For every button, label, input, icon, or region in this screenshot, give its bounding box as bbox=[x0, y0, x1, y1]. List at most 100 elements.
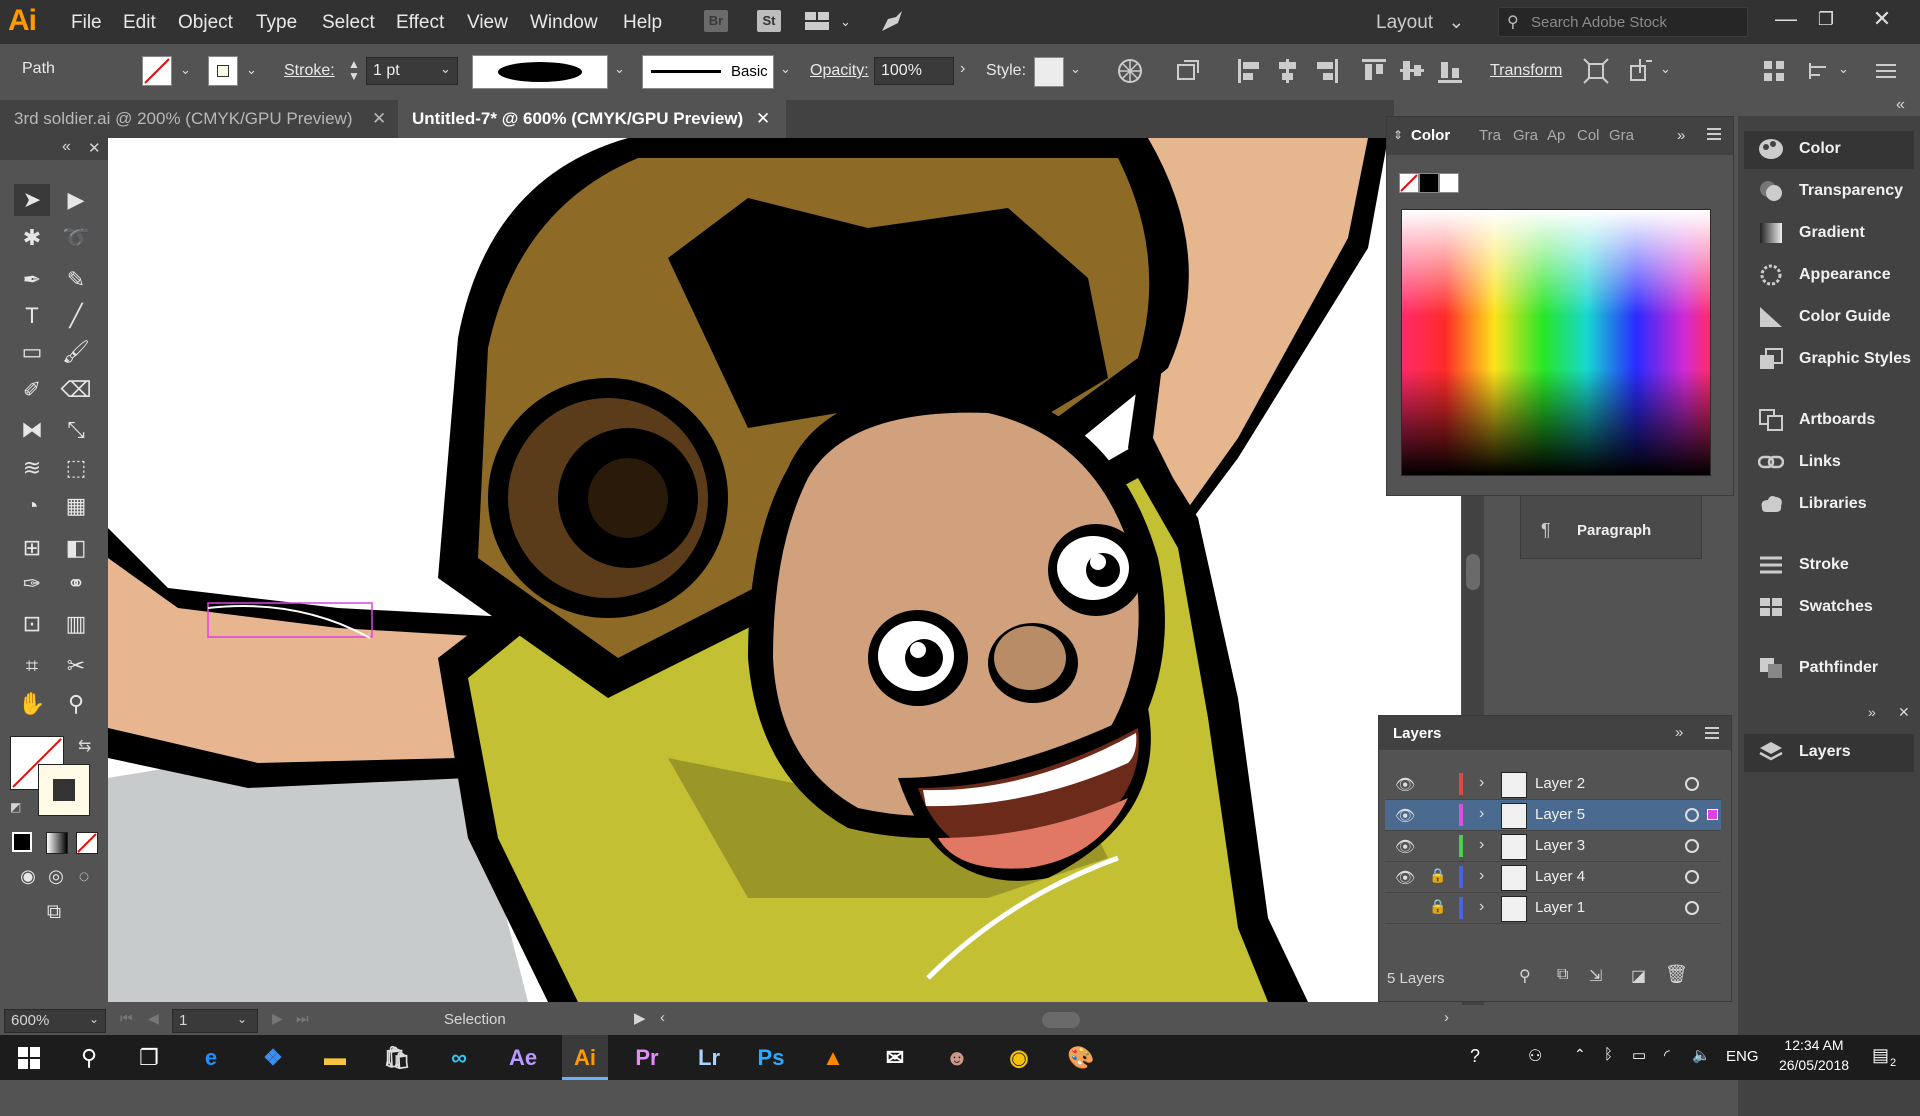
chevron-down-icon[interactable]: ⌄ bbox=[840, 14, 851, 30]
volume-icon[interactable]: 🔈 bbox=[1692, 1046, 1711, 1064]
people-icon[interactable]: ⚇ bbox=[1528, 1046, 1542, 1066]
eyedropper-tool-icon[interactable]: ✑ bbox=[14, 568, 50, 600]
close-tab-icon[interactable]: ✕ bbox=[756, 100, 770, 138]
arrange-documents-icon[interactable] bbox=[805, 12, 831, 30]
opacity-label[interactable]: Opacity: bbox=[810, 62, 869, 80]
create-new-layer-icon[interactable]: ◪ bbox=[1631, 966, 1646, 986]
zoom-level-field[interactable]: 600% ⌄ bbox=[4, 1009, 106, 1033]
layer-target-icon[interactable] bbox=[1685, 870, 1699, 884]
dock-pathfinder[interactable]: Pathfinder bbox=[1744, 650, 1914, 688]
stroke-label[interactable]: Stroke: bbox=[284, 62, 335, 80]
swap-fill-stroke-icon[interactable]: ⇆ bbox=[78, 736, 91, 756]
dock-layers[interactable]: Layers bbox=[1744, 734, 1914, 772]
menu-type[interactable]: Type bbox=[256, 12, 297, 34]
rectangle-tool-icon[interactable]: ▭ bbox=[14, 336, 50, 368]
zoom-tool-icon[interactable]: ⚲ bbox=[58, 688, 94, 720]
close-layers-dock-icon[interactable]: ✕ bbox=[1898, 704, 1910, 721]
visibility-eye-icon[interactable]: 👁 bbox=[1395, 806, 1415, 826]
layer-row[interactable]: 👁 › Layer 3 bbox=[1385, 831, 1721, 862]
gradient-mode-icon[interactable] bbox=[46, 832, 68, 854]
workspace-switcher[interactable]: Layout ⌄ bbox=[1376, 11, 1464, 34]
expand-layer-icon[interactable]: › bbox=[1479, 898, 1484, 916]
dock-stroke[interactable]: Stroke bbox=[1744, 547, 1914, 585]
dock-appearance[interactable]: Appearance bbox=[1744, 257, 1914, 295]
menu-select[interactable]: Select bbox=[322, 12, 375, 34]
layer-name[interactable]: Layer 1 bbox=[1535, 899, 1585, 916]
more-tabs-icon[interactable]: » bbox=[1675, 724, 1683, 741]
collapse-toolbox-icon[interactable]: « bbox=[62, 138, 71, 156]
collapse-dock-icon[interactable]: « bbox=[1896, 96, 1905, 114]
align-bottom-icon[interactable] bbox=[1436, 57, 1464, 85]
lasso-tool-icon[interactable]: ➰ bbox=[58, 222, 94, 254]
dock-links[interactable]: Links bbox=[1744, 444, 1914, 482]
puppet-warp-icon[interactable] bbox=[1626, 57, 1654, 85]
delete-layer-icon[interactable]: 🗑 bbox=[1665, 964, 1688, 985]
tab-3rd-soldier[interactable]: 3rd soldier.ai @ 200% (CMYK/GPU Preview)… bbox=[0, 100, 398, 138]
restore-button[interactable]: ❐ bbox=[1806, 4, 1846, 34]
isolate-selection-icon[interactable] bbox=[1582, 57, 1610, 85]
selected-art-indicator[interactable] bbox=[1707, 809, 1718, 820]
layer-target-icon[interactable] bbox=[1685, 839, 1699, 853]
graphic-style-swatch[interactable] bbox=[1034, 57, 1064, 87]
menu-edit[interactable]: Edit bbox=[123, 12, 156, 34]
start-button[interactable] bbox=[6, 1035, 52, 1080]
layer-name[interactable]: Layer 5 bbox=[1535, 806, 1585, 823]
artboard-tool-icon[interactable]: ⌗ bbox=[14, 650, 50, 682]
panel-options-icon[interactable]: ⇕ bbox=[1393, 128, 1403, 142]
close-toolbox-icon[interactable]: ✕ bbox=[88, 139, 101, 157]
dock-transparency[interactable]: Transparency bbox=[1744, 173, 1914, 211]
none-swatch[interactable] bbox=[1399, 173, 1419, 193]
next-artboard-icon[interactable]: ▶ bbox=[272, 1010, 283, 1027]
screen-mode-icon[interactable]: ⧉ bbox=[36, 896, 72, 928]
dock-libraries[interactable]: Libraries bbox=[1744, 486, 1914, 524]
expand-layer-icon[interactable]: › bbox=[1479, 836, 1484, 854]
fill-swatch[interactable] bbox=[142, 56, 172, 86]
shape-builder-icon[interactable]: ◔ bbox=[14, 490, 50, 522]
notifications-icon[interactable]: ▤ bbox=[1872, 1045, 1889, 1066]
chevron-down-icon[interactable]: ⌄ bbox=[1838, 61, 1849, 77]
paragraph-label[interactable]: Paragraph bbox=[1577, 522, 1651, 539]
black-swatch[interactable] bbox=[1419, 173, 1439, 193]
expand-layer-icon[interactable]: › bbox=[1479, 774, 1484, 792]
white-swatch[interactable] bbox=[1439, 173, 1459, 193]
mail-icon[interactable]: ✉ bbox=[872, 1035, 918, 1080]
edge-icon[interactable]: e bbox=[188, 1035, 234, 1080]
wifi-icon[interactable]: ◜ bbox=[1664, 1046, 1670, 1064]
dock-gradient[interactable]: Gradient bbox=[1744, 215, 1914, 253]
artboard-number-field[interactable]: 1 ⌄ bbox=[172, 1009, 258, 1033]
line-tool-icon[interactable]: ╱ bbox=[58, 300, 94, 332]
align-middle-icon[interactable] bbox=[1398, 57, 1426, 85]
first-artboard-icon[interactable]: ⏮ bbox=[120, 1010, 133, 1027]
dock-swatches[interactable]: Swatches bbox=[1744, 589, 1914, 627]
layer-row[interactable]: 👁 › Layer 2 bbox=[1385, 769, 1721, 800]
dropbox-icon[interactable]: ❖ bbox=[250, 1035, 296, 1080]
collapse-layers-dock-icon[interactable]: » bbox=[1868, 704, 1876, 720]
gpu-performance-icon[interactable] bbox=[878, 9, 906, 35]
align-top-icon[interactable] bbox=[1360, 57, 1388, 85]
layer-row[interactable]: 🔒 › Layer 1 bbox=[1385, 893, 1721, 924]
dock-graphic-styles[interactable]: Graphic Styles bbox=[1744, 341, 1914, 379]
tab-color[interactable]: Color bbox=[1411, 127, 1450, 144]
eraser-tool-icon[interactable]: ⌫ bbox=[58, 374, 94, 406]
tab-graphic-styles[interactable]: Gra bbox=[1609, 127, 1634, 144]
chevron-down-icon[interactable]: ⌄ bbox=[246, 62, 257, 78]
panel-menu-icon[interactable] bbox=[1703, 724, 1721, 742]
opacity-field[interactable]: 100% bbox=[874, 57, 954, 85]
layer-row[interactable]: 👁 › Layer 5 bbox=[1385, 800, 1721, 831]
tab-appearance[interactable]: Ap bbox=[1547, 127, 1565, 144]
vertical-scrollbar-thumb[interactable] bbox=[1466, 554, 1480, 590]
layer-target-icon[interactable] bbox=[1685, 901, 1699, 915]
stroke-swatch[interactable] bbox=[208, 56, 238, 86]
menu-help[interactable]: Help bbox=[623, 12, 662, 34]
last-artboard-icon[interactable]: ⏭ bbox=[296, 1010, 309, 1027]
visibility-eye-icon[interactable]: 👁 bbox=[1395, 775, 1415, 795]
lock-icon[interactable]: 🔒 bbox=[1429, 898, 1446, 915]
expand-layer-icon[interactable]: › bbox=[1479, 867, 1484, 885]
scroll-left-icon[interactable]: ‹ bbox=[660, 1009, 665, 1026]
file-explorer-icon[interactable]: ▬ bbox=[312, 1035, 358, 1080]
selection-tool-icon[interactable]: ➤ bbox=[14, 184, 50, 216]
search-icon[interactable]: ⚲ bbox=[66, 1035, 112, 1080]
menu-view[interactable]: View bbox=[467, 12, 508, 34]
none-mode-icon[interactable] bbox=[76, 832, 98, 854]
panel-menu-icon[interactable] bbox=[1874, 59, 1898, 83]
